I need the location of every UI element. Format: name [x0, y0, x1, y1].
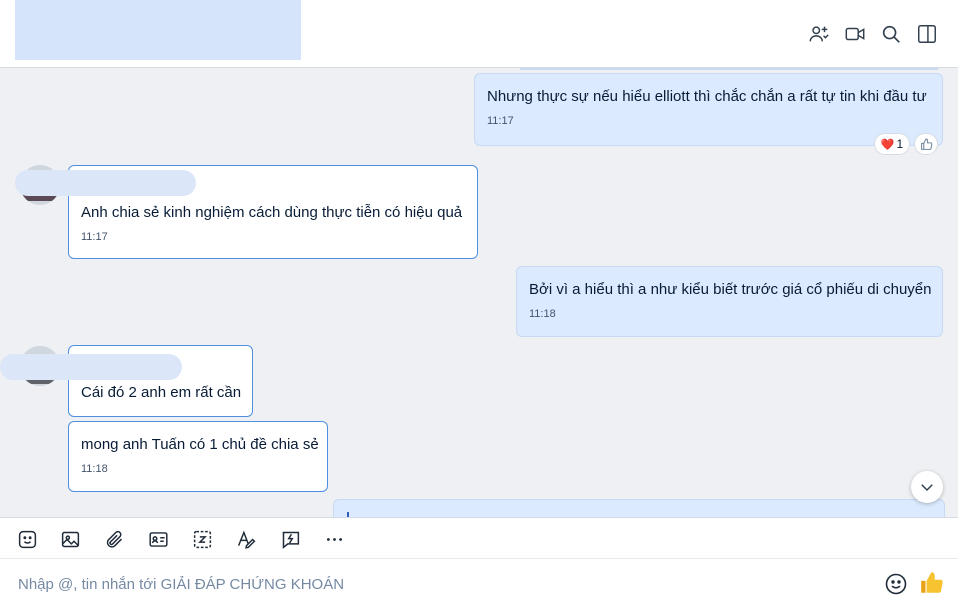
sender-name-redacted [15, 170, 196, 196]
image-icon[interactable] [58, 527, 82, 551]
add-member-icon[interactable] [807, 22, 831, 46]
message-bubble-outgoing[interactable]: Nhưng thực sự nếu hiểu elliott thì chắc … [474, 73, 943, 146]
chevron-down-icon [921, 484, 933, 492]
message-composer [0, 559, 958, 606]
message-time: 11:18 [81, 463, 108, 475]
thumbs-up-icon [920, 138, 932, 150]
screenshot-icon[interactable] [190, 527, 214, 551]
message-text: Anh chia sẻ kinh nghiệm cách dùng thực t… [81, 204, 463, 221]
attachment-icon[interactable] [102, 527, 126, 551]
quick-like-button[interactable] [919, 570, 945, 596]
message-time: 11:17 [487, 115, 514, 127]
more-icon[interactable] [322, 527, 346, 551]
reaction-badge[interactable]: ❤️ 1 [874, 133, 910, 155]
reaction-count: 1 [896, 137, 904, 151]
message-input[interactable] [16, 571, 860, 597]
message-text: Bởi vì a hiểu thì a như kiểu biết trước … [529, 281, 932, 298]
sidebar-toggle-icon[interactable] [915, 22, 939, 46]
quick-message-icon[interactable] [278, 527, 302, 551]
message-time: 11:17 [81, 231, 108, 243]
emoji-icon[interactable] [884, 572, 908, 596]
conversation-title-redacted [15, 0, 301, 60]
heart-icon: ❤️ [880, 138, 895, 151]
like-reaction-button[interactable] [914, 133, 938, 155]
message-list[interactable]: Nhưng thực sự nếu hiểu elliott thì chắc … [0, 68, 958, 517]
text-format-icon[interactable] [234, 527, 258, 551]
contact-card-icon[interactable] [146, 527, 170, 551]
thumbs-up-icon [921, 572, 943, 593]
previous-message-edge [520, 68, 938, 70]
sticker-icon[interactable] [15, 527, 39, 551]
message-text: Nhưng thực sự nếu hiểu elliott thì chắc … [487, 88, 927, 105]
chat-header [0, 0, 958, 68]
scroll-to-bottom-button[interactable] [911, 471, 943, 503]
message-time: 11:18 [529, 308, 556, 320]
message-bubble-incoming[interactable]: mong anh Tuấn có 1 chủ đề chia sẻ 11:18 [68, 421, 328, 492]
message-text: Cái đó 2 anh em rất cần [81, 384, 242, 401]
sender-name-redacted [0, 354, 182, 380]
message-text: mong anh Tuấn có 1 chủ đề chia sẻ [81, 436, 319, 453]
message-bubble-outgoing-partial[interactable] [333, 499, 945, 517]
search-icon[interactable] [879, 22, 903, 46]
message-bubble-outgoing[interactable]: Bởi vì a hiểu thì a như kiểu biết trước … [516, 266, 943, 337]
composer-toolbar [0, 517, 958, 559]
video-call-icon[interactable] [843, 22, 867, 46]
